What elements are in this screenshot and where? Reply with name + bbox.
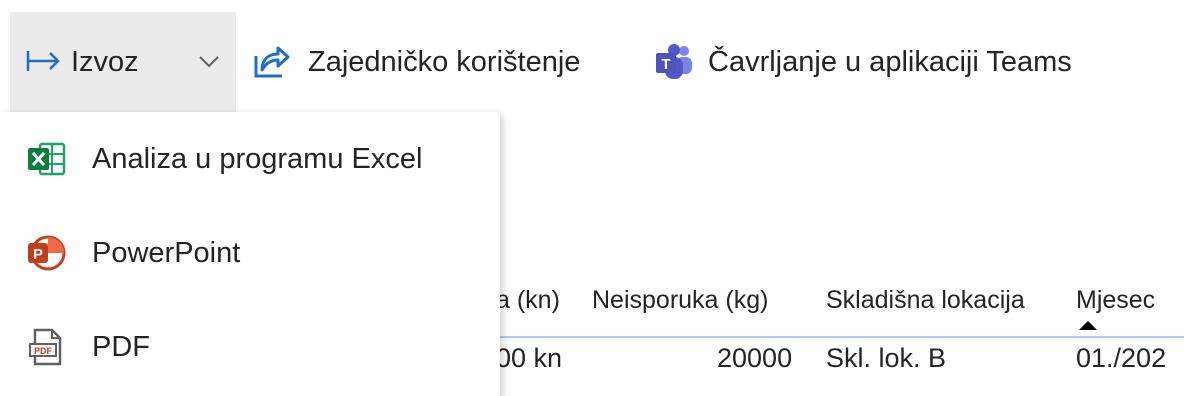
svg-text:T: T bbox=[661, 56, 670, 73]
menu-item-excel[interactable]: Analiza u programu Excel bbox=[0, 112, 500, 206]
table-cell-non-delivery: 20000 bbox=[717, 343, 793, 373]
column-header-storage-location[interactable]: Skladišna lokacija bbox=[826, 286, 1025, 315]
sort-ascending-icon bbox=[1079, 321, 1097, 330]
menu-item-excel-label: Analiza u programu Excel bbox=[92, 142, 423, 175]
column-header-non-delivery[interactable]: Neisporuka (kg) bbox=[592, 286, 768, 315]
toolbar: Izvoz Zajedničko korištenje T Čavrljanje… bbox=[0, 0, 1184, 112]
chevron-down-icon bbox=[199, 56, 219, 68]
column-header-amount[interactable]: a (kn) bbox=[496, 286, 560, 315]
table-cell-amount: 00 kn bbox=[496, 343, 563, 373]
menu-item-pdf[interactable]: PDF PDF bbox=[0, 300, 500, 394]
menu-item-pdf-label: PDF bbox=[92, 330, 150, 363]
export-button[interactable]: Izvoz bbox=[10, 12, 236, 112]
column-header-month[interactable]: Mjesec bbox=[1076, 286, 1155, 315]
menu-item-powerpoint-label: PowerPoint bbox=[92, 236, 241, 269]
share-label: Zajedničko korištenje bbox=[308, 45, 581, 78]
pdf-icon: PDF bbox=[29, 328, 62, 366]
teams-label: Čavrljanje u aplikaciji Teams bbox=[708, 45, 1072, 78]
svg-text:PDF: PDF bbox=[34, 346, 53, 356]
table-cell-storage-location: Skl. lok. B bbox=[826, 343, 947, 373]
share-icon bbox=[254, 46, 290, 78]
header-divider bbox=[470, 336, 1184, 338]
export-label: Izvoz bbox=[71, 46, 139, 78]
excel-icon bbox=[28, 142, 66, 176]
share-button[interactable]: Zajedničko korištenje bbox=[250, 14, 580, 110]
svg-text:P: P bbox=[33, 246, 43, 263]
powerpoint-icon: P bbox=[28, 235, 66, 271]
table-cell-month: 01./202 bbox=[1076, 343, 1167, 373]
export-dropdown-menu: Analiza u programu Excel P PowerPoint PD… bbox=[0, 112, 500, 396]
menu-item-powerpoint[interactable]: P PowerPoint bbox=[0, 206, 500, 300]
teams-icon: T bbox=[656, 44, 692, 79]
export-arrow-icon bbox=[26, 51, 60, 71]
teams-chat-button[interactable]: T Čavrljanje u aplikaciji Teams bbox=[654, 14, 1072, 110]
